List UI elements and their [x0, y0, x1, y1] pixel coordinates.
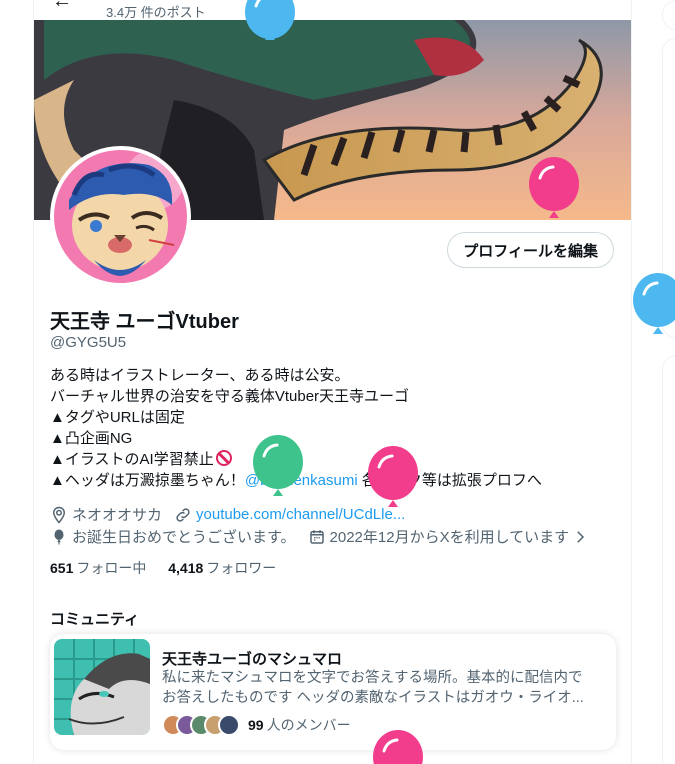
- pink-balloon-icon: [529, 157, 579, 218]
- followers-label: フォロワー: [206, 560, 277, 576]
- followers-link[interactable]: 4,418 フォロワー: [168, 560, 276, 576]
- member-count: 99: [248, 717, 264, 733]
- bio-line: ▲凸企画NG: [50, 430, 133, 447]
- back-arrow-icon[interactable]: ←: [52, 0, 72, 13]
- prohibited-icon: [215, 450, 232, 466]
- balloon-icon: [54, 529, 64, 544]
- location-item: ネオオオサカ: [50, 504, 162, 525]
- right-sidebar-search[interactable]: [662, 0, 675, 30]
- profile-meta-row-1: ネオオオサカ youtube.com/channel/UCdLle...: [50, 504, 417, 525]
- follow-stats: 651 フォロー中 4,418 フォロワー: [50, 558, 294, 578]
- location-pin-icon: [52, 506, 66, 524]
- chevron-right-icon: [577, 530, 585, 543]
- bio-line-ai: ▲イラストのAI学習禁止: [50, 449, 620, 470]
- community-desc-line: お答えしたものです ヘッダの素敵なイラストはガオウ・ライオ...: [162, 690, 584, 706]
- blue-balloon-icon: [245, 0, 295, 40]
- bio-line: ▲イラストのAI学習禁止: [50, 451, 214, 468]
- member-avatar: [218, 714, 240, 736]
- location-text: ネオオオサカ: [72, 507, 163, 524]
- birthday-text: お誕生日おめでとうございます。: [72, 529, 296, 546]
- community-card[interactable]: 天王寺ユーゴのマシュマロ 私に来たマシュマロを文字でお答えする場所。基本的に配信…: [50, 634, 616, 750]
- avatar: [54, 150, 187, 283]
- community-thumbnail: [54, 639, 150, 735]
- community-description: 私に来たマシュマロを文字でお答えする場所。基本的に配信内で お答えしたものです …: [162, 668, 602, 708]
- following-count: 651: [50, 560, 74, 576]
- right-sidebar-panel: [662, 355, 675, 764]
- bio-line: バーチャル世界の治安を守る義体Vtuber天王寺ユーゴ: [50, 388, 410, 405]
- following-label: フォロー中: [76, 560, 147, 576]
- bio-line: ある時はイラストレーター、ある時は公安。: [50, 367, 350, 384]
- birthday-item: お誕生日おめでとうございます。: [50, 526, 296, 547]
- member-label: 人のメンバー: [266, 717, 351, 733]
- following-link[interactable]: 651 フォロー中: [50, 560, 146, 576]
- bio-line: ▲タグやURLは固定: [50, 409, 185, 426]
- post-count: 3.4万 件のポスト: [106, 5, 206, 20]
- display-name: 天王寺 ユーゴVtuber: [50, 311, 239, 333]
- community-name: 天王寺ユーゴのマシュマロ: [162, 651, 343, 668]
- pink-balloon-icon: [373, 730, 423, 764]
- profile-bio: ある時はイラストレーター、ある時は公安。 バーチャル世界の治安を守る義体Vtub…: [50, 365, 620, 491]
- blue-balloon-icon: [633, 273, 675, 334]
- profile-meta-row-2: お誕生日おめでとうございます。 2022年12月からXを利用しています: [50, 526, 605, 547]
- pink-balloon-icon: [368, 446, 418, 507]
- calendar-icon: [309, 529, 324, 544]
- edit-profile-button[interactable]: プロフィールを編集: [447, 232, 614, 268]
- profile-column: ← 3.4万 件のポスト プロフィールを編集 天王寺 ユーゴVtuber @GY…: [33, 0, 632, 764]
- profile-avatar[interactable]: [50, 146, 191, 287]
- joined-text: 2022年12月からXを利用しています: [329, 529, 570, 546]
- user-handle: @GYG5U5: [50, 334, 127, 351]
- community-desc-line: 私に来たマシュマロを文字でお答えする場所。基本的に配信内で: [162, 670, 583, 686]
- community-members: 99 人のメンバー: [162, 714, 351, 736]
- profile-header-bar: ← 3.4万 件のポスト: [34, 0, 631, 20]
- followers-count: 4,418: [168, 560, 204, 576]
- bio-line-last: ▲ヘッダは万澱掠墨ちゃん！@bandenkasumi 各リンク等は拡張プロフへ: [50, 470, 620, 491]
- community-section-title: コミュニティ: [50, 611, 140, 628]
- link-icon: [176, 507, 190, 522]
- green-balloon-icon: [253, 435, 303, 496]
- bio-text: ▲ヘッダは万澱掠墨ちゃん！: [50, 472, 245, 489]
- joined-item[interactable]: 2022年12月からXを利用しています: [308, 526, 594, 547]
